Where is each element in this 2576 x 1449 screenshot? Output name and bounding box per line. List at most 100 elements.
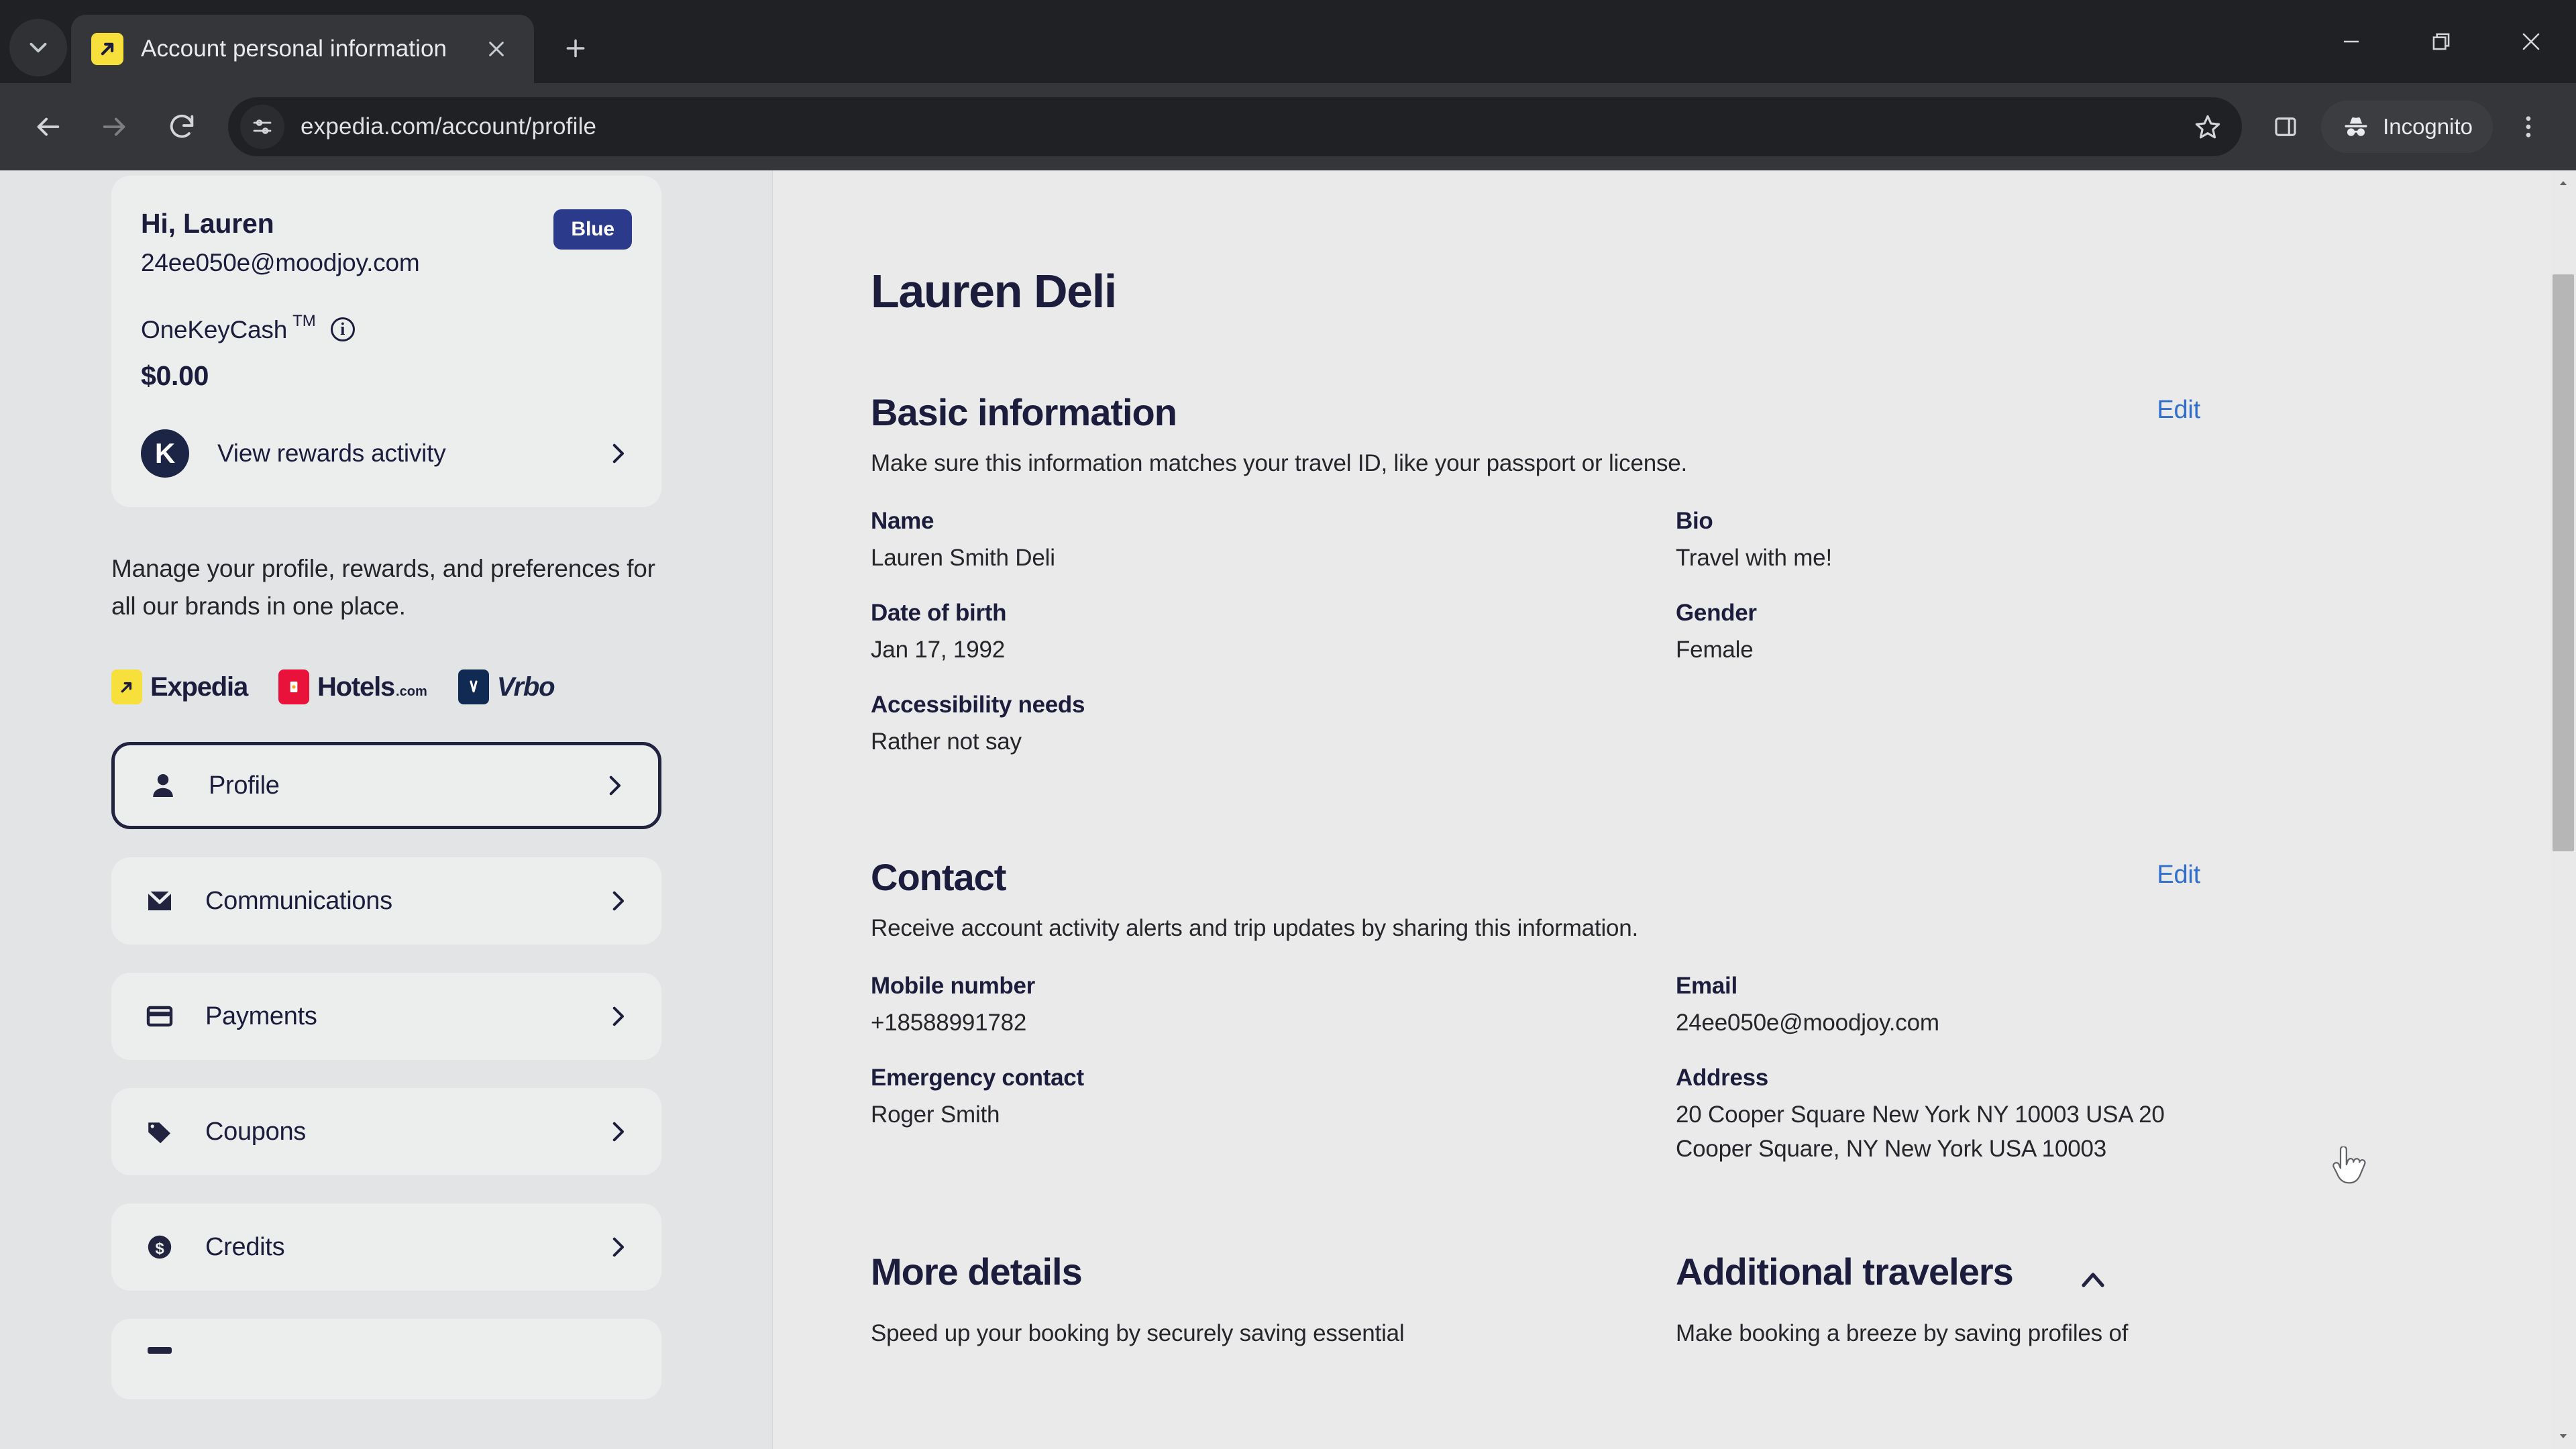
sidebar-item-profile[interactable]: Profile (111, 742, 661, 830)
close-tab-button[interactable] (476, 29, 517, 69)
plus-icon (566, 39, 585, 58)
tab-search-button[interactable] (9, 19, 67, 76)
bottom-sections: More details Speed up your booking by se… (871, 1250, 2200, 1352)
section-description-basic: Make sure this information matches your … (871, 450, 1688, 476)
field-label: Date of birth (871, 599, 1007, 626)
browser-tab[interactable]: Account personal information (71, 15, 534, 83)
tier-badge: Blue (553, 209, 632, 250)
section-title-contact: Contact (871, 856, 1006, 899)
maximize-button[interactable] (2396, 0, 2486, 83)
chrome-menu-button[interactable] (2500, 98, 2557, 156)
sidebar-item-label: Payments (205, 1002, 317, 1030)
sidebar-item-label: Profile (209, 771, 280, 800)
brand-name-expedia: Expedia (150, 672, 248, 702)
collapse-additional-travelers-button[interactable] (2073, 1259, 2113, 1299)
page-title: Lauren Deli (871, 265, 1117, 317)
forward-button[interactable] (86, 98, 144, 156)
rewards-link-label: View rewards activity (217, 439, 446, 467)
star-icon (2195, 115, 2220, 139)
chevron-right-icon (612, 443, 625, 464)
chevron-right-icon (609, 776, 621, 796)
scroll-up-button[interactable] (2551, 170, 2576, 196)
sidebar-item-payments[interactable]: Payments (111, 973, 661, 1061)
profile-main-content: Lauren Deli Basic information Edit Make … (773, 170, 2576, 1449)
dollar-coin-icon: $ (141, 1228, 178, 1266)
field-mobile-number: Mobile number +18588991782 (871, 973, 1676, 1040)
bookmark-button[interactable] (2182, 101, 2234, 153)
envelope-icon (141, 882, 178, 920)
sidebar-item-label: Credits (205, 1232, 285, 1261)
field-label: Name (871, 508, 934, 534)
field-gender: Gender Female (1676, 600, 2200, 667)
brand-sub-hotels: .com (396, 684, 427, 700)
sidebar-item-label: Communications (205, 886, 392, 915)
browser-window: Account personal information expedia.com… (0, 0, 2576, 1449)
side-panel-icon (2275, 117, 2296, 136)
chevron-down-icon (30, 42, 47, 53)
caret-down-icon (2559, 1434, 2567, 1438)
field-value: Lauren Smith Deli (871, 545, 1055, 571)
section-description-additional-travelers: Make booking a breeze by saving profiles… (1676, 1320, 2129, 1346)
brand-name-vrbo: Vrbo (496, 672, 555, 702)
chevron-right-icon (612, 1007, 625, 1026)
hotels-mark-icon (278, 669, 309, 705)
new-tab-button[interactable] (550, 23, 601, 74)
brand-expedia: Expedia (111, 669, 248, 705)
view-rewards-activity-link[interactable]: K View rewards activity (141, 429, 632, 478)
field-date-of-birth: Date of birth Jan 17, 1992 (871, 600, 1676, 667)
field-value: Roger Smith (871, 1102, 1000, 1128)
browser-toolbar: expedia.com/account/profile Incognito (0, 83, 2576, 170)
arrow-left-icon (37, 117, 60, 136)
person-icon (144, 767, 182, 804)
incognito-label: Incognito (2383, 114, 2473, 139)
section-title-basic: Basic information (871, 391, 1177, 433)
info-icon[interactable]: i (330, 317, 355, 341)
scroll-down-button[interactable] (2551, 1424, 2576, 1449)
close-icon (2522, 33, 2540, 50)
field-value: +18588991782 (871, 1010, 1027, 1036)
page-scrollbar[interactable] (2551, 170, 2576, 1449)
sidebar-item-communications[interactable]: Communications (111, 857, 661, 945)
close-window-button[interactable] (2486, 0, 2576, 83)
sidebar-item-credits[interactable]: $ Credits (111, 1203, 661, 1291)
sidebar-blurb: Manage your profile, rewards, and prefer… (111, 555, 655, 621)
onekeycash-row: OneKeyCash TM i (141, 312, 632, 344)
arrow-right-icon (103, 117, 125, 136)
tag-icon (141, 1113, 178, 1150)
field-emergency-contact: Emergency contact Roger Smith (871, 1065, 1676, 1132)
sidebar-item-next[interactable] (111, 1319, 661, 1400)
section-description-contact: Receive account activity alerts and trip… (871, 915, 1639, 942)
site-settings-icon[interactable] (240, 105, 284, 149)
reload-button[interactable] (153, 98, 211, 156)
field-label: Gender (1676, 599, 1757, 626)
chevron-right-icon (612, 1122, 625, 1142)
brand-logos: Expedia Hotels .com Vrbo (111, 669, 661, 705)
edit-contact-button[interactable]: Edit (2157, 861, 2200, 890)
basic-information-section: Basic information Edit Make sure this in… (871, 390, 2200, 783)
field-email: Email 24ee050e@moodjoy.com (1676, 973, 2200, 1040)
chevron-right-icon (612, 892, 625, 911)
sidebar-nav: Profile Communications Payments Coupons … (111, 742, 661, 1400)
field-value: Rather not say (871, 728, 1022, 755)
caret-up-icon (2559, 181, 2567, 185)
incognito-indicator[interactable]: Incognito (2321, 101, 2493, 153)
address-bar[interactable]: expedia.com/account/profile (228, 97, 2243, 156)
field-accessibility-needs: Accessibility needs Rather not say (871, 692, 1676, 759)
back-button[interactable] (19, 98, 76, 156)
field-value: Travel with me! (1676, 545, 1832, 571)
scrollbar-thumb[interactable] (2553, 274, 2574, 851)
url-text: expedia.com/account/profile (301, 113, 597, 140)
basic-fields-grid: Name Lauren Smith Deli Date of birth Jan… (871, 508, 2200, 783)
sidebar-item-coupons[interactable]: Coupons (111, 1088, 661, 1176)
field-label: Accessibility needs (871, 691, 1085, 718)
side-panel-button[interactable] (2257, 98, 2314, 156)
trademark-mark: TM (292, 312, 316, 330)
edit-basic-information-button[interactable]: Edit (2157, 396, 2200, 425)
tab-title: Account personal information (141, 36, 447, 62)
svg-text:$: $ (155, 1240, 164, 1258)
tab-strip: Account personal information (0, 0, 2576, 83)
minimize-button[interactable] (2306, 0, 2396, 83)
field-bio: Bio Travel with me! (1676, 508, 2200, 576)
close-icon (489, 42, 504, 56)
minimize-icon (2343, 40, 2359, 43)
